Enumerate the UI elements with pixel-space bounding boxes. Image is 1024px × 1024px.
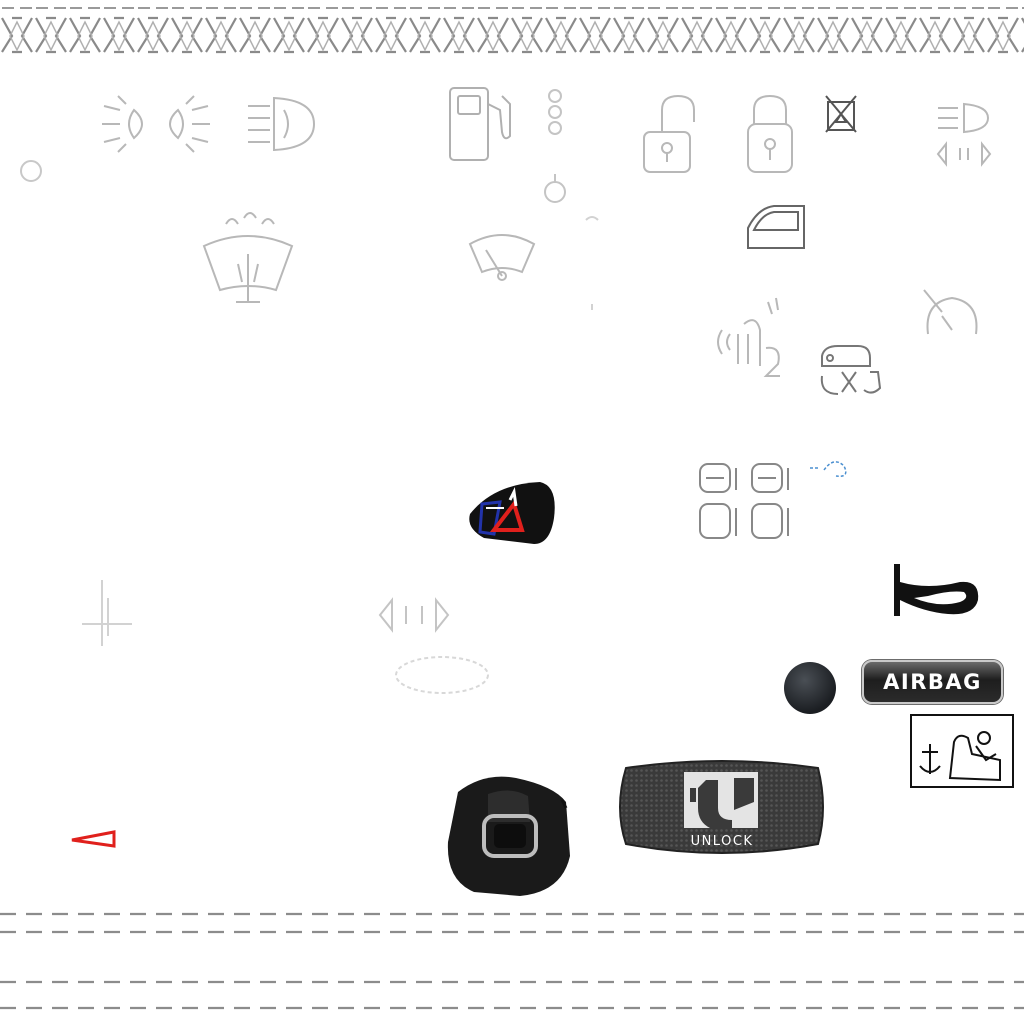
position-lights-icon	[102, 95, 210, 153]
power-window-switches-icon	[699, 463, 789, 539]
front-fog-light-icon	[248, 96, 316, 152]
windshield-washer-icon	[202, 212, 294, 303]
seat-belt-buckle-icon	[447, 776, 570, 896]
padlock-open-icon	[643, 94, 695, 173]
noise-vibration-icon	[717, 297, 780, 377]
no-jack-icon	[825, 95, 857, 133]
door-open-icon	[747, 205, 805, 249]
isofix-child-seat-icon	[910, 714, 1014, 788]
airbag-badge-icon: AIRBAG	[862, 660, 1003, 704]
unlock-label: UNLOCK	[690, 834, 754, 849]
seat-adjust-icon	[82, 580, 132, 646]
arrows-left-right-icon	[378, 597, 450, 633]
seat-belt-reminder-icon	[469, 482, 555, 544]
rotary-knob-icon[interactable]	[784, 662, 836, 714]
indicator-dots-icon	[544, 89, 566, 203]
fuel-pump-icon	[449, 87, 511, 161]
tire-tread-strip-top-icon	[0, 0, 1024, 58]
headlight-range-icon	[936, 102, 992, 167]
rear-wiper-icon	[468, 234, 536, 281]
small-circle-icon	[20, 160, 42, 182]
horn-icon	[894, 564, 979, 616]
faint-tick-icon	[585, 216, 599, 310]
dashed-lines-bottom-icon	[0, 912, 1024, 1010]
speed-limiter-icon	[923, 289, 978, 335]
padlock-closed-icon	[747, 94, 793, 173]
engine-service-icon	[820, 345, 882, 395]
sensor-squiggle-icon	[810, 461, 847, 478]
warning-triangle-icon	[71, 830, 116, 848]
faint-oval-icon	[395, 656, 489, 694]
airbag-label: AIRBAG	[883, 670, 982, 694]
